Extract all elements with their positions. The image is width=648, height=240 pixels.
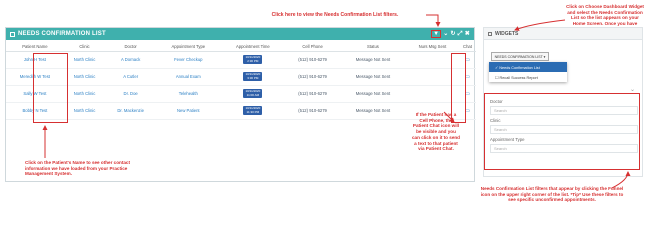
column-header[interactable]: Status <box>339 42 406 52</box>
names-highlight <box>33 53 68 123</box>
collapse-chevron-icon[interactable]: ⌄ <box>630 86 635 93</box>
status-cell: Message Not Sent <box>339 85 406 103</box>
appointment-hour: 11:30 PM <box>246 109 260 114</box>
table-row: Meredith W Test North Clinic A Cutler Annua… <box>6 68 476 86</box>
needs-confirmation-panel: NEEDS CONFIRMATION LIST ▼ ⌄ ↻ ⤢ ✖ Patien… <box>5 27 476 182</box>
status-cell: Message Not Sent <box>339 102 406 120</box>
appointment-time-cell: 10/11/2020 3:30 PM <box>220 68 286 86</box>
appointment-time-badge: 10/11/2020 11:30 PM <box>243 105 263 116</box>
appointment-time-badge: 10/11/2020 3:30 PM <box>243 71 263 82</box>
cell-phone-cell: (512) 910-6279 <box>285 102 340 120</box>
clinic-cell: North Clinic <box>63 51 106 69</box>
appointment-type-cell: Annual Exam <box>156 68 221 86</box>
cell-phone-cell: (512) 910-6279 <box>285 51 340 69</box>
clinic-cell: North Clinic <box>63 102 106 120</box>
chevron-down-icon[interactable]: ⌄ <box>443 31 448 37</box>
filter-annotation: Click here to view the Needs Confirmatio… <box>271 12 399 18</box>
panel-title: NEEDS CONFIRMATION LIST <box>18 31 106 37</box>
column-header[interactable]: Nurs Msg Sent <box>405 42 459 52</box>
doctor-cell: A Dornack <box>105 51 157 69</box>
filters-highlight <box>484 93 640 170</box>
appointment-type-cell: Fever Checkup <box>156 51 221 69</box>
column-header[interactable]: Patient Name <box>6 42 64 52</box>
filters-annotation: Needs Confirmation List filters that app… <box>480 186 624 203</box>
cell-phone-cell: (512) 910-6279 <box>285 68 340 86</box>
confirmation-table: Patient Name Clinic Doctor Appointment Type… <box>6 42 476 120</box>
doctor-cell: Dr. Mackenzie <box>105 102 157 120</box>
widget-icon <box>488 31 492 36</box>
table-row: Sally W Test North Clinic Dr. Doe Telehealt… <box>6 85 476 103</box>
appointment-type-cell: Telehealth <box>156 85 221 103</box>
filter-icon[interactable]: ▼ <box>431 30 442 38</box>
appointment-time-badge: 10/11/2020 11:00 AM <box>243 88 263 99</box>
status-cell: Message Not Sent <box>339 51 406 69</box>
doctor-cell: Dr. Doe <box>105 85 157 103</box>
name-annotation: Click on the Patient's Name to see other… <box>25 160 130 177</box>
column-header[interactable]: Chat <box>458 42 476 52</box>
calendar-icon <box>10 31 15 37</box>
widget-dropdown: ✓ Needs Confirmation List ☐ Recall Succe… <box>489 62 567 82</box>
appointment-hour: 11:00 AM <box>246 92 260 97</box>
doctor-cell: A Cutler <box>105 68 157 86</box>
appointment-time-cell: 10/11/2020 11:00 AM <box>220 85 286 103</box>
column-header[interactable]: Doctor <box>105 42 157 52</box>
panel-tools: ▼ ⌄ ↻ ⤢ ✖ <box>431 30 470 38</box>
column-header[interactable]: Cell Phone <box>285 42 340 52</box>
appointment-time-cell: 10/11/2020 11:30 PM <box>220 102 286 120</box>
choose-widget-button[interactable]: NEEDS CONFIRMATION LIST ▾ <box>491 52 549 61</box>
widgets-title: WIDGETS <box>495 30 519 37</box>
arrow-to-filter <box>426 14 441 27</box>
clinic-cell: North Clinic <box>63 68 106 86</box>
status-cell: Message Not Sent <box>339 68 406 86</box>
table-row: Bobby N Test North Clinic Dr. Mackenzie New… <box>6 102 476 120</box>
dropdown-item-needs-confirmation[interactable]: ✓ Needs Confirmation List <box>489 62 567 72</box>
column-header[interactable]: Clinic <box>63 42 106 52</box>
expand-icon[interactable]: ⤢ <box>458 31 463 37</box>
close-icon[interactable]: ✖ <box>465 31 470 37</box>
column-header[interactable]: Appointment Type <box>156 42 221 52</box>
appointment-type-cell: New Patient <box>156 102 221 120</box>
column-header[interactable]: Appointment Time <box>220 42 286 52</box>
refresh-icon[interactable]: ↻ <box>451 31 456 37</box>
appointment-hour: 3:30 PM <box>247 75 259 80</box>
appointment-hour: 2:30 PM <box>247 58 259 63</box>
table-row: John H Test North Clinic A Dornack Fever Ch… <box>6 51 476 69</box>
dropdown-item-recall-success[interactable]: ☐ Recall Success Report <box>489 72 567 82</box>
cell-phone-cell: (512) 910-6279 <box>285 85 340 103</box>
appointment-time-cell: 10/11/2020 2:30 PM <box>220 51 286 69</box>
clinic-cell: North Clinic <box>63 85 106 103</box>
panel-header: NEEDS CONFIRMATION LIST ▼ ⌄ ↻ ⤢ ✖ <box>6 28 474 40</box>
widgets-header: WIDGETS <box>484 28 642 40</box>
chat-annotation: If the Patient has a Cell Phone, the Pat… <box>412 112 460 152</box>
appointment-time-badge: 10/11/2020 2:30 PM <box>243 54 263 65</box>
